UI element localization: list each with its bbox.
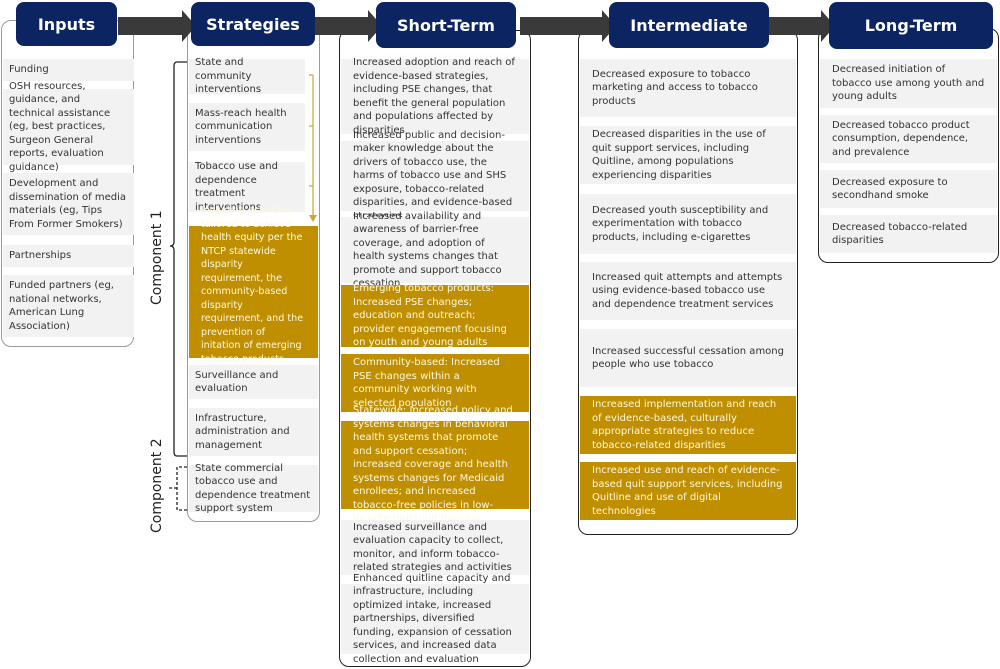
long-term-header: Long-Term: [829, 2, 993, 49]
flow-arrow-shortterm-intermediate: [520, 10, 616, 42]
component-1-brace: [169, 61, 187, 457]
flow-arrow-intermediate-longterm: [767, 10, 835, 42]
component-1-label: Component 1: [149, 210, 165, 305]
intermediate-header: Intermediate: [609, 2, 769, 48]
intermediate-quit-support-item: Increased use and reach of evidence-base…: [580, 462, 796, 520]
short-term-statewide-item: Statewide: Increased policy and systems …: [341, 405, 529, 524]
intermediate-item: Decreased exposure to tobacco marketing …: [580, 59, 796, 117]
strategies-item: Surveillance and evaluation: [189, 365, 318, 399]
short-term-item: Increased adoption and reach of evidence…: [341, 57, 529, 136]
long-term-item: Decreased exposure to secondhand smoke: [820, 170, 997, 208]
inputs-header: Inputs: [16, 2, 117, 46]
strategies-item: Mass-reach health communication interven…: [189, 103, 305, 151]
strategies-item: State commercial tobacco use and depende…: [189, 463, 318, 514]
intermediate-item: Increased successful cessation among peo…: [580, 329, 796, 387]
strategies-header: Strategies: [191, 2, 315, 46]
short-term-item: Increased public and decision-maker know…: [341, 130, 529, 222]
flow-arrow-inputs-strategies: [118, 10, 196, 42]
inputs-item: Funding: [3, 59, 134, 81]
component-2-brace: [168, 466, 187, 511]
inputs-item: Development and dissemination of media m…: [3, 173, 134, 235]
component-2-label: Component 2: [149, 438, 165, 533]
short-term-item: Enhanced quitline capacity and infrastru…: [341, 573, 529, 665]
strategies-item: State and community interventions: [189, 57, 305, 95]
strategies-item: Infrastructure, administration and manag…: [189, 408, 318, 456]
long-term-item: Decreased tobacco-related disparities: [820, 215, 997, 253]
intermediate-item: Decreased youth susceptibility and exper…: [580, 194, 796, 254]
intermediate-item: Increased quit attempts and attempts usi…: [580, 262, 796, 320]
inputs-item: Partnerships: [3, 245, 134, 267]
strategies-health-equity-item: Including activities tailored to achieve…: [189, 205, 318, 378]
intermediate-disparities-strategies-item: Increased implementation and reach of ev…: [580, 396, 796, 454]
short-term-header: Short-Term: [376, 2, 516, 48]
inputs-item: OSH resources, guidance, and technical a…: [3, 81, 134, 173]
flow-arrow-strategies-shortterm: [314, 10, 382, 42]
short-term-item: Increased availability and awareness of …: [341, 211, 529, 289]
intermediate-item: Decreased disparities in the use of quit…: [580, 126, 796, 184]
inputs-item: Funded partners (eg, national networks, …: [3, 275, 134, 337]
short-term-item: Increased surveillance and evaluation ca…: [341, 520, 529, 575]
long-term-item: Decreased tobacco product consumption, d…: [820, 115, 997, 163]
long-term-item: Decreased initiation of tobacco use amon…: [820, 59, 997, 108]
short-term-emerging-products-item: Emerging tobacco products: Increased PSE…: [341, 283, 529, 348]
